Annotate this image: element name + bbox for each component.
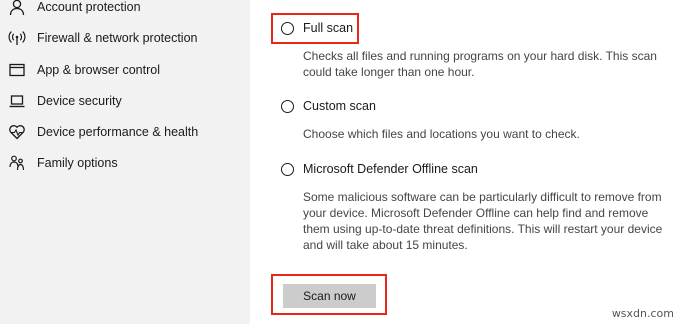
sidebar-item-device-security[interactable]: Device security: [0, 86, 250, 116]
offline-scan-description: Some malicious software can be particula…: [303, 190, 663, 252]
sidebar-item-label: Device security: [37, 94, 122, 108]
sidebar-item-label: App & browser control: [37, 63, 160, 77]
person-icon: [8, 0, 26, 16]
custom-scan-label: Custom scan: [303, 99, 376, 113]
watermark-text: wsxdn.com: [611, 307, 674, 320]
family-icon: [8, 154, 26, 172]
sidebar-item-label: Account protection: [37, 0, 141, 14]
custom-scan-description: Choose which files and locations you wan…: [303, 127, 580, 141]
laptop-icon: [8, 92, 26, 110]
sidebar-item-device-performance[interactable]: Device performance & health: [0, 117, 250, 147]
custom-scan-radio[interactable]: [281, 100, 294, 113]
heart-pulse-icon: [8, 123, 26, 141]
offline-scan-radio[interactable]: [281, 163, 294, 176]
sidebar-item-account-protection[interactable]: Account protection: [0, 0, 250, 22]
scan-options-panel: Full scan Checks all files and running p…: [250, 0, 680, 324]
sidebar-item-app-browser[interactable]: App & browser control: [0, 55, 250, 85]
sidebar-item-firewall[interactable]: Firewall & network protection: [0, 23, 250, 53]
sidebar-nav: Account protection Firewall & network pr…: [0, 0, 250, 324]
scan-now-button[interactable]: Scan now: [283, 284, 376, 308]
full-scan-label: Full scan: [303, 21, 354, 35]
full-scan-description: Checks all files and running programs on…: [303, 49, 657, 79]
browser-window-icon: [8, 61, 26, 79]
sidebar-item-label: Family options: [37, 156, 118, 170]
full-scan-radio[interactable]: [281, 22, 294, 35]
offline-scan-label: Microsoft Defender Offline scan: [303, 162, 478, 176]
sidebar-item-label: Firewall & network protection: [37, 31, 198, 45]
sidebar-item-label: Device performance & health: [37, 125, 199, 139]
sidebar-item-family-options[interactable]: Family options: [0, 148, 250, 178]
wifi-antenna-icon: [8, 29, 26, 47]
